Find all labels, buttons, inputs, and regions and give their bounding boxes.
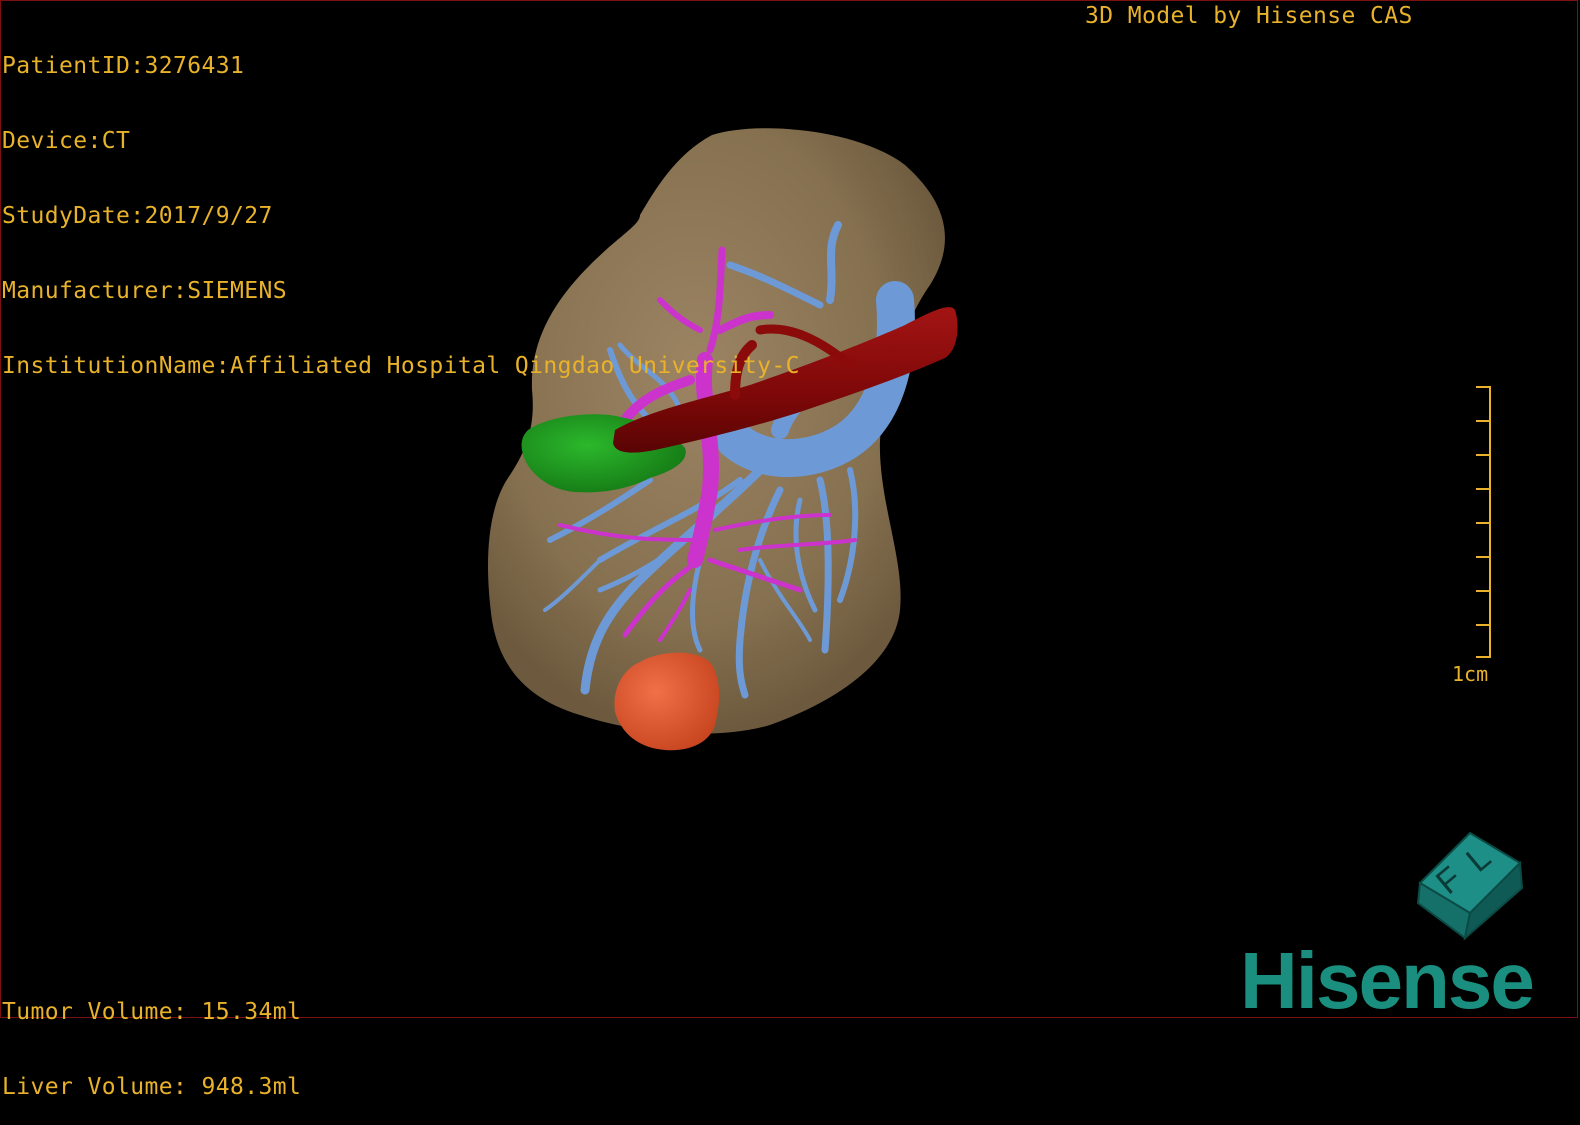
tumor-volume: Tumor Volume: 15.34ml bbox=[2, 999, 302, 1025]
device: Device:CT bbox=[2, 128, 131, 154]
study-metadata: PatientID:3276431 Device:CT StudyDate:20… bbox=[2, 4, 800, 404]
manufacturer: Manufacturer:SIEMENS bbox=[2, 278, 287, 304]
liver-volume: Liver Volume: 948.3ml bbox=[2, 1074, 302, 1100]
volume-readout: Tumor Volume: 15.34ml Liver Volume: 948.… bbox=[2, 950, 301, 1125]
hisense-logo: Hisense bbox=[1240, 936, 1535, 1025]
brand-title: 3D Model by Hisense CAS bbox=[1085, 3, 1413, 29]
patient-id: PatientID:3276431 bbox=[2, 53, 245, 79]
scale-bar bbox=[1476, 386, 1491, 658]
scale-bar-label: 1cm bbox=[1452, 662, 1489, 686]
institution-name: InstitutionName:Affiliated Hospital Qing… bbox=[2, 353, 800, 379]
orientation-cube-icon[interactable]: F L bbox=[1410, 828, 1535, 943]
study-date: StudyDate:2017/9/27 bbox=[2, 203, 273, 229]
